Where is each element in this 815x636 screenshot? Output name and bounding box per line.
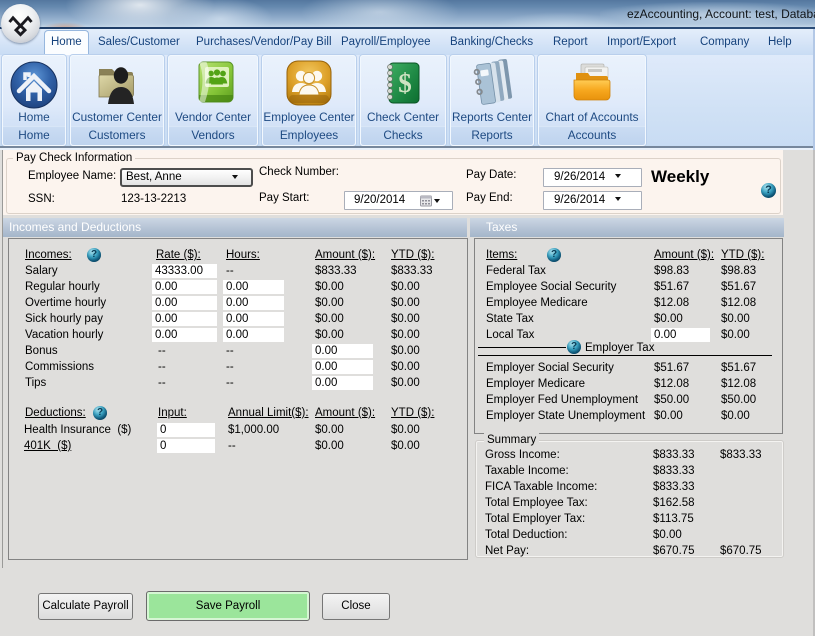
svg-text:$: $ xyxy=(398,68,412,98)
